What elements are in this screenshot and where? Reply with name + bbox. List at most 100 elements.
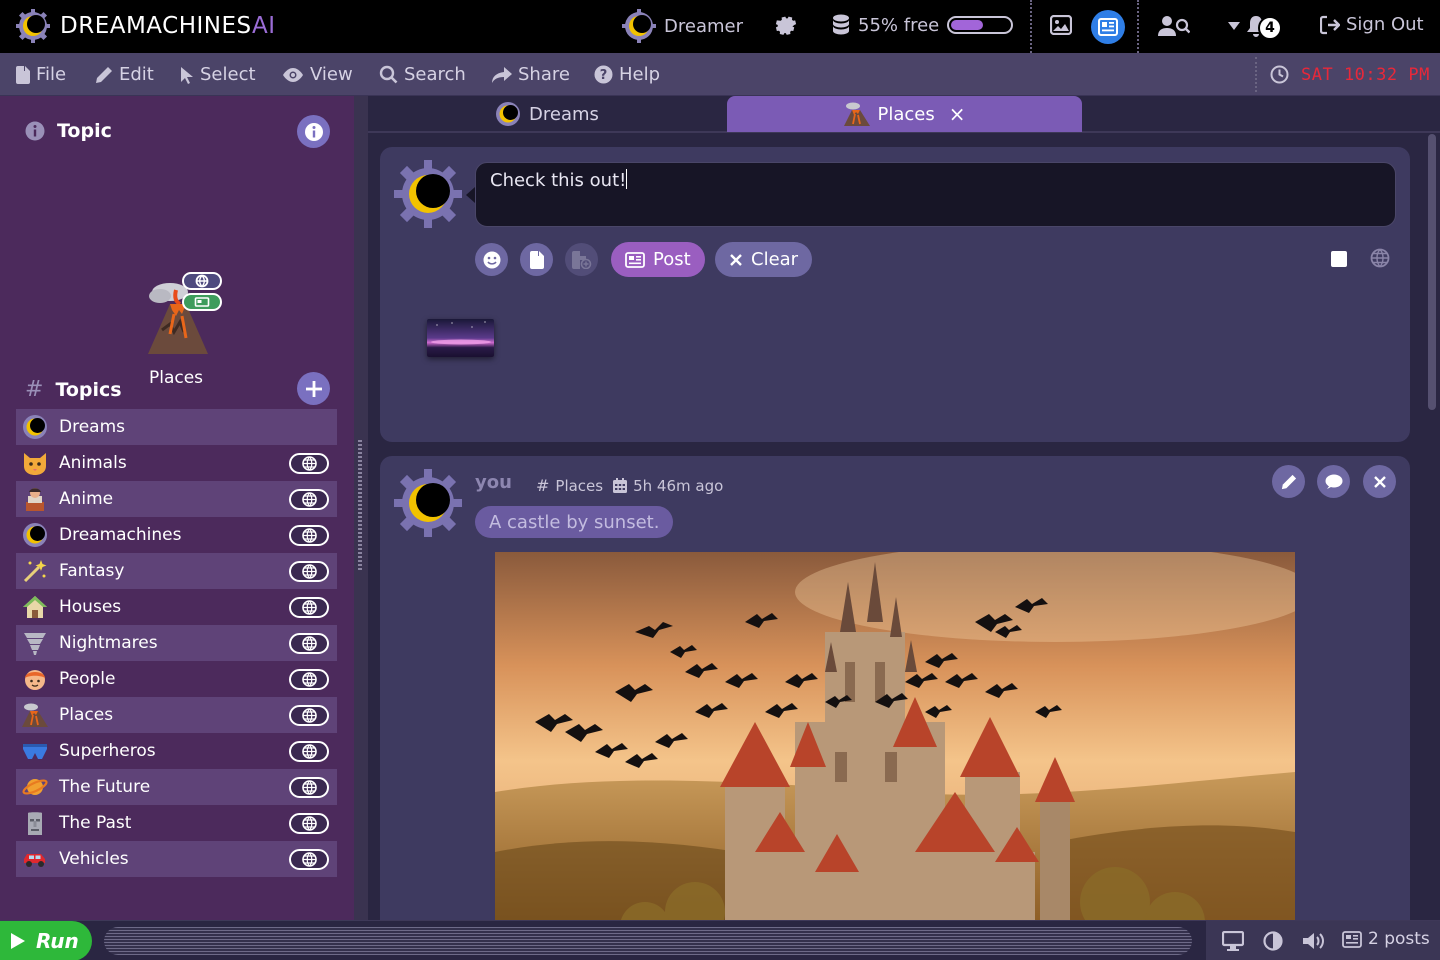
tab-places[interactable]: Places × [727,96,1082,132]
menu-share[interactable]: Share [492,53,570,96]
volcano-icon [843,101,870,127]
menu-edit[interactable]: Edit [95,53,154,96]
edit-post-button[interactable] [1272,465,1305,498]
globe-icon [301,456,317,471]
gear-icon[interactable] [775,14,797,36]
topic-label: The Future [59,777,151,797]
topic-label: Dreams [59,417,125,437]
splitter-grip[interactable] [358,440,362,570]
post-author[interactable]: you [475,472,512,493]
public-topic-toggle[interactable] [289,453,329,474]
sign-out-button[interactable]: Sign Out [1320,14,1424,35]
pencil-icon [1281,474,1297,490]
public-topic-toggle[interactable] [289,561,329,582]
svg-text:?: ? [600,68,608,83]
run-button[interactable]: Run [0,921,92,960]
menu-select-label: Select [200,64,256,85]
topic-item-the-past[interactable]: The Past [16,805,337,841]
emoji-button[interactable] [475,243,508,276]
menu-search[interactable]: Search [379,53,466,96]
newspaper-icon [1342,930,1362,948]
topic-item-vehicles[interactable]: Vehicles [16,841,337,877]
feed-scrollbar[interactable] [1428,134,1436,410]
delete-post-button[interactable] [1363,465,1396,498]
topic-item-people[interactable]: People [16,661,337,697]
topic-item-places[interactable]: Places [16,697,337,733]
menu-view[interactable]: View [282,53,353,96]
topic-item-dreamachines[interactable]: Dreamachines [16,517,337,553]
face-icon [22,666,48,692]
user-menu[interactable]: Dreamer [622,9,743,43]
contrast-icon[interactable] [1263,931,1283,951]
volume-icon[interactable] [1302,931,1328,951]
play-icon [10,932,26,950]
chevron-down-icon[interactable] [1228,22,1240,30]
option-checkbox[interactable] [1331,251,1347,267]
attach-file-button[interactable] [520,243,553,276]
attachment-thumbnail[interactable] [427,319,494,357]
cursor-icon [180,66,194,84]
globe-icon[interactable] [1370,248,1390,268]
house-icon [22,594,48,620]
user-search-icon[interactable] [1158,15,1190,37]
topic-label: Dreamachines [59,525,182,545]
globe-icon [301,852,317,867]
topic-item-dreams[interactable]: Dreams [16,409,337,445]
public-topic-toggle[interactable] [289,633,329,654]
public-topic-toggle[interactable] [289,813,329,834]
comment-button[interactable] [1317,465,1350,498]
attach-clip-button[interactable] [565,243,598,276]
topic-label: The Past [59,813,132,833]
brand-logo[interactable]: DREAMACHINESAI [16,9,276,43]
topic-item-anime[interactable]: Anime [16,481,337,517]
eclipse-icon [22,414,48,440]
menu-edit-label: Edit [119,64,154,85]
divider [1137,0,1139,53]
topic-item-houses[interactable]: Houses [16,589,337,625]
clear-button[interactable]: Clear [715,242,813,277]
public-topic-toggle[interactable] [289,777,329,798]
topic-info-button[interactable] [297,115,330,148]
topic-item-fantasy[interactable]: Fantasy [16,553,337,589]
post-meta: # Places 5h 46m ago [536,476,723,495]
menu-file[interactable]: File [16,53,66,96]
close-tab-button[interactable]: × [949,102,966,126]
image-icon[interactable] [1050,15,1072,35]
public-topic-toggle[interactable] [289,705,329,726]
globe-icon [301,780,317,795]
tab-dreams[interactable]: Dreams [368,96,726,132]
topics-heading-label: Topics [55,378,122,401]
public-topic-toggle[interactable] [289,489,329,510]
brand-name-ai: AI [252,13,276,39]
topic-item-superheros[interactable]: Superheros [16,733,337,769]
post-button[interactable]: Post [611,242,705,277]
feed-view-button[interactable] [1091,10,1125,44]
eclipse-icon [622,9,656,43]
topic-item-the-future[interactable]: The Future [16,769,337,805]
post-image[interactable] [495,552,1295,920]
storage-indicator: 55% free [832,14,1014,36]
sign-out-label: Sign Out [1346,14,1424,35]
info-icon [304,122,324,142]
monitor-icon[interactable] [1222,931,1244,951]
figure-icon [22,486,48,512]
public-topic-toggle[interactable] [289,525,329,546]
newspaper-icon [1098,18,1118,36]
menu-help[interactable]: ? Help [594,53,660,96]
topic-heading: Topic [25,120,112,142]
current-topic-name: Places [148,368,204,388]
file-clip-icon [571,250,592,269]
smile-icon [483,251,501,269]
post-text-input[interactable]: Check this out! [475,162,1396,227]
topic-item-nightmares[interactable]: Nightmares [16,625,337,661]
globe-icon [301,492,317,507]
menu-select[interactable]: Select [180,53,256,96]
add-topic-button[interactable] [297,372,330,405]
question-icon: ? [594,65,613,84]
public-topic-toggle[interactable] [289,741,329,762]
topic-item-animals[interactable]: Animals [16,445,337,481]
public-topic-toggle[interactable] [289,597,329,618]
post-topic[interactable]: Places [555,477,603,495]
public-topic-toggle[interactable] [289,669,329,690]
public-topic-toggle[interactable] [289,849,329,870]
